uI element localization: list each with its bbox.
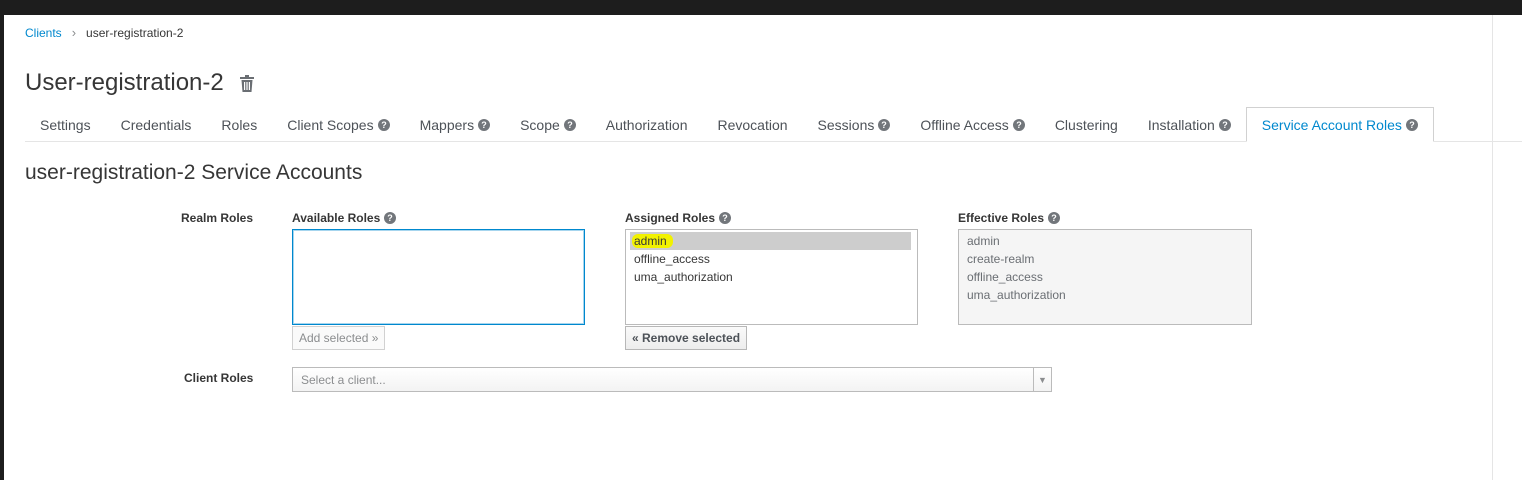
available-roles-label-text: Available Roles — [292, 211, 381, 225]
assigned-role-label: offline_access — [634, 252, 710, 266]
svg-text:?: ? — [722, 213, 728, 223]
tab-clustering[interactable]: Clustering — [1040, 107, 1133, 142]
tab-label: Installation — [1147, 116, 1215, 133]
available-roles-label: Available Roles ? — [292, 211, 397, 225]
tab-credentials[interactable]: Credentials — [106, 107, 207, 142]
client-select-placeholder: Select a client... — [301, 372, 386, 387]
tab-label: Roles — [221, 116, 258, 133]
tab-scope[interactable]: Scope? — [505, 107, 591, 142]
client-roles-label-text: Client Roles — [184, 371, 254, 385]
assigned-role-item[interactable]: uma_authorization — [626, 268, 917, 286]
effective-roles-list: admin create-realm offline_access uma_autho… — [958, 229, 1252, 325]
available-roles-list[interactable] — [292, 229, 585, 325]
realm-roles-label-text: Realm Roles — [181, 211, 254, 225]
window-left-edge — [0, 15, 4, 480]
effective-roles-label-text: Effective Roles — [958, 211, 1045, 225]
tab-sessions[interactable]: Sessions? — [803, 107, 906, 142]
help-icon[interactable]: ? — [563, 118, 576, 131]
effective-role-item: offline_access — [967, 270, 1043, 284]
page-header: User-registration-2 — [25, 69, 254, 97]
help-icon[interactable]: ? — [377, 118, 390, 131]
tab-label: Mappers — [419, 116, 475, 133]
breadcrumb-separator: › — [71, 25, 77, 40]
tab-mappers[interactable]: Mappers? — [405, 107, 505, 142]
svg-text:?: ? — [1016, 120, 1022, 130]
tab-label: Revocation — [717, 116, 788, 133]
tab-label: Service Account Roles — [1261, 116, 1402, 133]
svg-text:?: ? — [388, 213, 394, 223]
svg-text:?: ? — [1409, 120, 1415, 130]
tab-roles[interactable]: Roles — [206, 107, 272, 142]
help-icon[interactable]: ? — [1405, 118, 1418, 131]
help-icon[interactable]: ? — [1218, 118, 1231, 131]
breadcrumb: Clients › user-registration-2 — [25, 25, 183, 40]
effective-roles-label: Effective Roles ? — [958, 211, 1061, 225]
assigned-roles-label-text: Assigned Roles — [625, 211, 716, 225]
tab-label: Sessions — [817, 116, 875, 133]
tab-client-scopes[interactable]: Client Scopes? — [272, 107, 404, 142]
client-roles-label: Client Roles — [184, 371, 253, 385]
effective-role-item: create-realm — [967, 252, 1035, 266]
chevron-down-icon[interactable]: ▼ — [1033, 368, 1051, 391]
realm-roles-label: Realm Roles — [181, 211, 253, 225]
assigned-role-item[interactable]: offline_access — [626, 250, 917, 268]
breadcrumb-clients-link[interactable]: Clients — [25, 26, 62, 40]
help-icon[interactable]: ? — [384, 212, 397, 224]
trash-icon[interactable] — [239, 74, 254, 92]
assigned-roles-label: Assigned Roles ? — [625, 211, 732, 225]
tab-installation[interactable]: Installation? — [1133, 107, 1246, 142]
svg-text:?: ? — [1222, 120, 1228, 130]
effective-role-item: uma_authorization — [967, 288, 1066, 302]
client-select[interactable]: Select a client... ▼ — [292, 367, 1052, 392]
help-icon[interactable]: ? — [878, 118, 891, 131]
svg-text:?: ? — [1051, 213, 1057, 223]
svg-text:?: ? — [381, 120, 387, 130]
tab-settings[interactable]: Settings — [25, 107, 106, 142]
remove-selected-button[interactable]: « Remove selected — [625, 326, 748, 350]
tab-label: Scope — [520, 116, 560, 133]
effective-role-item: admin — [967, 234, 1000, 248]
tab-label: Client Scopes — [287, 116, 374, 133]
help-icon[interactable]: ? — [1012, 118, 1025, 131]
help-icon[interactable]: ? — [478, 118, 491, 131]
tab-label: Settings — [40, 116, 91, 133]
section-title: user-registration-2 Service Accounts — [25, 161, 363, 184]
assigned-role-item[interactable]: admin — [630, 232, 911, 250]
breadcrumb-current: user-registration-2 — [86, 25, 184, 40]
page-right-divider — [1492, 15, 1493, 480]
tab-revocation[interactable]: Revocation — [703, 107, 803, 142]
tab-label: Authorization — [605, 116, 688, 133]
help-icon[interactable]: ? — [719, 212, 732, 224]
assigned-role-label: uma_authorization — [634, 270, 733, 284]
client-tabs: Settings Credentials Roles Client Scopes? Ma… — [25, 107, 1522, 142]
svg-text:?: ? — [882, 120, 888, 130]
svg-text:?: ? — [481, 120, 487, 130]
window-top-bar — [0, 0, 1522, 15]
tab-offline-access[interactable]: Offline Access? — [905, 107, 1039, 142]
help-icon[interactable]: ? — [1048, 212, 1061, 224]
tab-label: Clustering — [1054, 116, 1118, 133]
page-title: User-registration-2 — [25, 69, 224, 96]
tab-authorization[interactable]: Authorization — [591, 107, 703, 142]
tab-label: Offline Access — [920, 116, 1009, 133]
tab-label: Credentials — [120, 116, 192, 133]
add-selected-button[interactable]: Add selected » — [292, 326, 386, 350]
assigned-roles-list[interactable]: admin offline_access uma_authorization — [625, 229, 918, 325]
assigned-role-label: admin — [632, 234, 673, 248]
svg-text:?: ? — [567, 120, 573, 130]
tab-service-account-roles[interactable]: Service Account Roles? — [1245, 107, 1434, 142]
